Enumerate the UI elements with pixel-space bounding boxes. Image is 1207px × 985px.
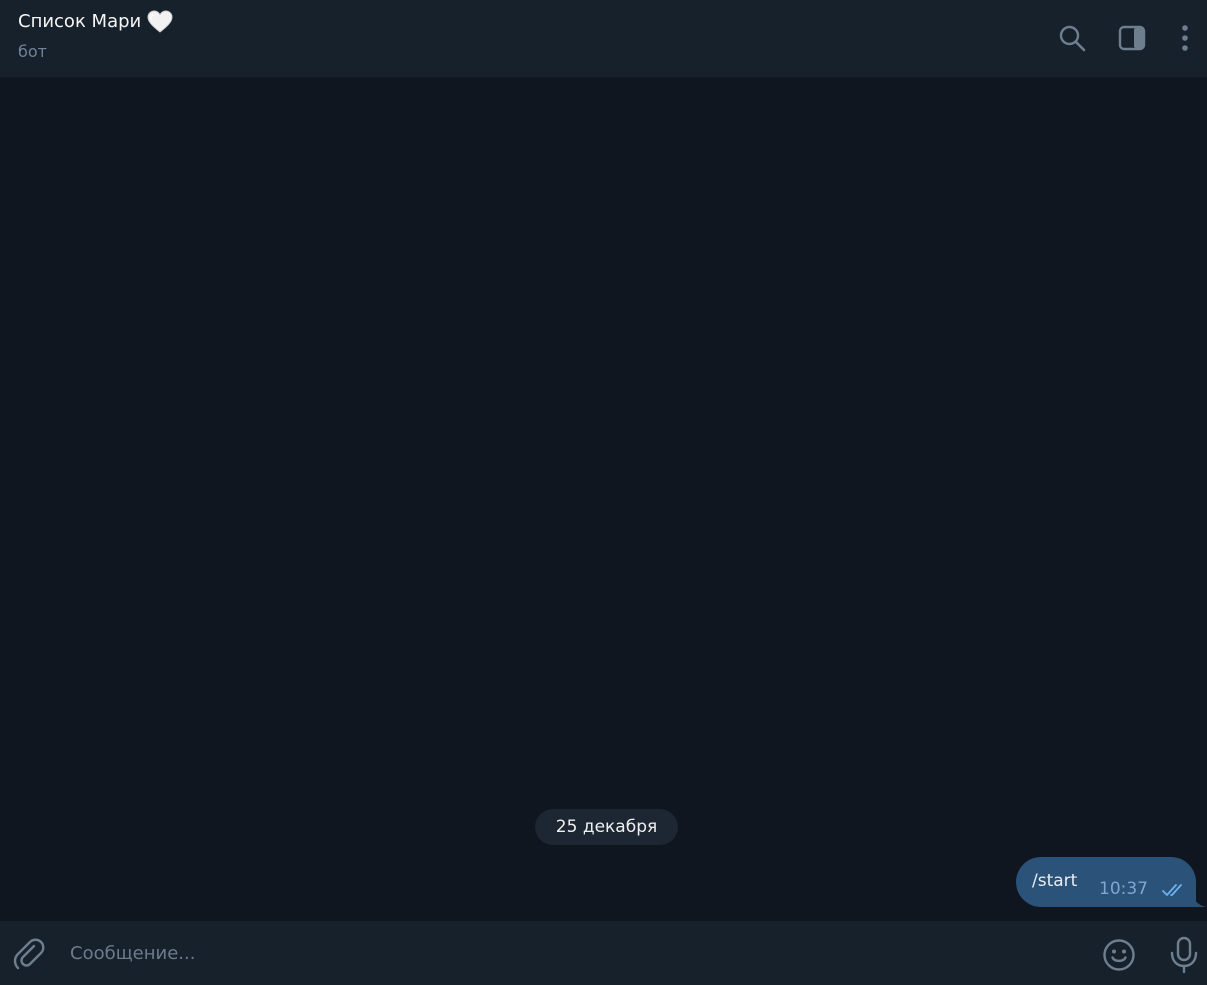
message-input[interactable] bbox=[70, 935, 1070, 971]
paperclip-icon[interactable] bbox=[12, 937, 46, 971]
search-icon[interactable] bbox=[1056, 22, 1088, 54]
double-check-icon bbox=[1162, 882, 1188, 898]
date-separator: 25 декабря bbox=[535, 809, 678, 845]
bubble-tail bbox=[1192, 893, 1206, 907]
chat-title: Список Мари bbox=[18, 11, 142, 32]
more-vertical-icon[interactable] bbox=[1169, 22, 1201, 54]
white-heart-icon bbox=[147, 10, 173, 34]
message-composer bbox=[0, 921, 1207, 985]
message-list[interactable]: 25 декабря /start 10:37 bbox=[0, 78, 1207, 920]
smiley-icon[interactable] bbox=[1102, 938, 1136, 972]
message-text: /start bbox=[1032, 871, 1078, 891]
chat-subtitle: бот bbox=[18, 42, 47, 61]
chat-title-block[interactable]: Список Мари бот bbox=[18, 9, 173, 63]
sidebar-toggle-icon[interactable] bbox=[1116, 22, 1148, 54]
microphone-icon[interactable] bbox=[1168, 936, 1200, 974]
message-time: 10:37 bbox=[1099, 879, 1148, 899]
outgoing-message-bubble[interactable]: /start 10:37 bbox=[1016, 857, 1196, 907]
chat-header: Список Мари бот bbox=[0, 0, 1207, 78]
chat-window: Список Мари бот 25 декабря /start 10:37 … bbox=[0, 0, 1207, 985]
